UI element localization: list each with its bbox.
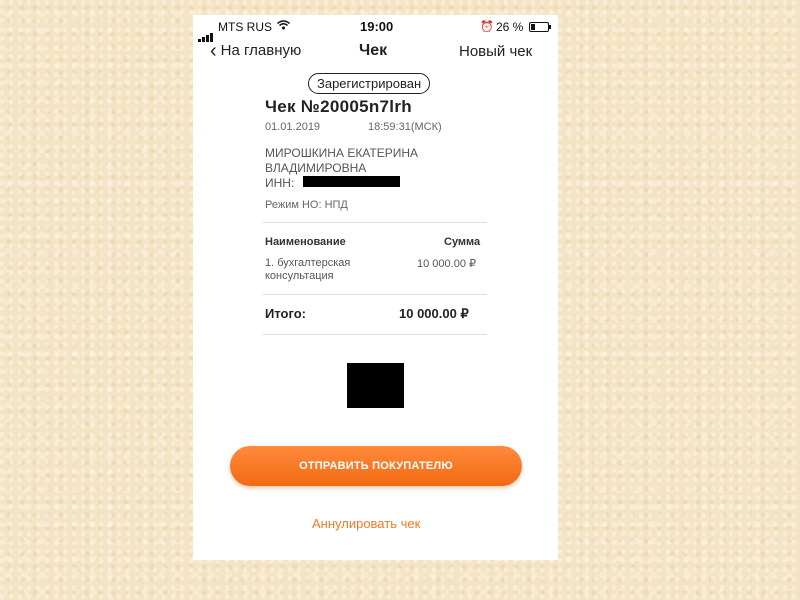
tax-mode: Режим НО: НПД [265, 199, 348, 211]
back-label: На главную [220, 42, 302, 59]
receipt-time: 18:59:31(МСК) [368, 121, 442, 133]
alarm-icon: ⏰ [480, 21, 494, 33]
column-header-sum: Сумма [444, 236, 481, 248]
page-title: Чек [359, 42, 388, 59]
total-label: Итого: [265, 306, 306, 321]
status-time: 19:00 [360, 19, 394, 34]
total-value: 10 000.00 ₽ [399, 306, 469, 321]
battery-percent: 26 % [496, 20, 524, 34]
divider [263, 334, 487, 335]
qr-code-redacted [347, 363, 404, 408]
inn-redacted-block [303, 176, 400, 187]
list-item: 1. бухгалтерская консультация [265, 257, 385, 283]
battery-fill [531, 24, 535, 30]
seller-name: МИРОШКИНА ЕКАТЕРИНА ВЛАДИМИРОВНА [265, 146, 419, 175]
new-receipt-button[interactable]: Новый чек [459, 43, 532, 60]
status-badge: Зарегистрирован [308, 73, 431, 94]
chevron-left-icon: ‹ [210, 40, 217, 62]
phone-screen: MTS RUS 19:00 ⏰ 26 % ‹ На главную Чек Нов… [193, 15, 558, 560]
item-sum: 10 000.00 ₽ [417, 258, 476, 270]
item-name: 1. бухгалтерская консультация [265, 257, 351, 282]
inn-label: ИНН: [265, 176, 295, 190]
wifi-icon [277, 19, 290, 33]
battery-icon [529, 22, 551, 32]
cancel-receipt-link[interactable]: Аннулировать чек [312, 516, 420, 531]
divider [263, 222, 487, 223]
send-to-buyer-button[interactable]: ОТПРАВИТЬ ПОКУПАТЕЛЮ [230, 446, 522, 486]
back-button[interactable]: ‹ На главную [210, 40, 302, 62]
column-header-name: Наименование [265, 236, 346, 248]
divider [263, 294, 487, 295]
receipt-title: Чек №20005n7lrh [265, 97, 412, 116]
receipt-date: 01.01.2019 [265, 121, 321, 133]
carrier-name: MTS RUS [218, 20, 272, 34]
